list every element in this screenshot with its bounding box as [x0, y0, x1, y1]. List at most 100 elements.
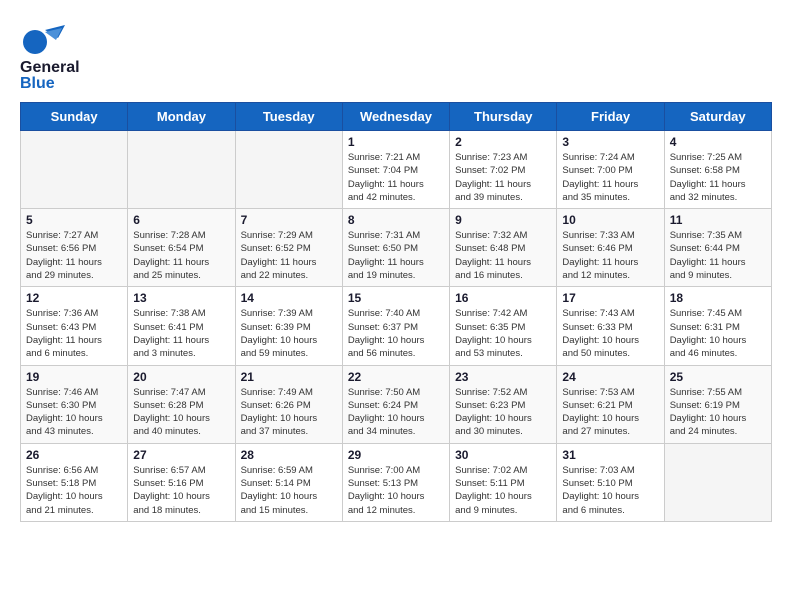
day-number: 30 — [455, 448, 551, 462]
day-number: 3 — [562, 135, 658, 149]
day-number: 5 — [26, 213, 122, 227]
day-info: Sunrise: 7:39 AM Sunset: 6:39 PM Dayligh… — [241, 307, 337, 360]
day-info: Sunrise: 7:45 AM Sunset: 6:31 PM Dayligh… — [670, 307, 766, 360]
day-info: Sunrise: 7:23 AM Sunset: 7:02 PM Dayligh… — [455, 151, 551, 204]
day-info: Sunrise: 7:02 AM Sunset: 5:11 PM Dayligh… — [455, 464, 551, 517]
calendar-cell: 28 Sunrise: 6:59 AM Sunset: 5:14 PM Dayli… — [235, 443, 342, 521]
day-number: 2 — [455, 135, 551, 149]
logo: GeneralBlue — [20, 20, 80, 92]
calendar-cell: 7 Sunrise: 7:29 AM Sunset: 6:52 PM Daylig… — [235, 209, 342, 287]
day-info: Sunrise: 7:24 AM Sunset: 7:00 PM Dayligh… — [562, 151, 658, 204]
calendar-cell: 5Sunrise: 7:27 AM Sunset: 6:56 PM Daylig… — [21, 209, 128, 287]
calendar-cell: 16Sunrise: 7:42 AM Sunset: 6:35 PM Dayli… — [450, 287, 557, 365]
calendar-cell — [664, 443, 771, 521]
weekday-header-row: SundayMondayTuesdayWednesdayThursdayFrid… — [21, 103, 772, 131]
logo-text-block: GeneralBlue — [20, 60, 80, 92]
day-number: 23 — [455, 370, 551, 384]
calendar-cell: 20Sunrise: 7:47 AM Sunset: 6:28 PM Dayli… — [128, 365, 235, 443]
calendar-cell: 4Sunrise: 7:25 AM Sunset: 6:58 PM Daylig… — [664, 131, 771, 209]
day-number: 25 — [670, 370, 766, 384]
day-number: 13 — [133, 291, 229, 305]
weekday-header-tuesday: Tuesday — [235, 103, 342, 131]
day-number: 21 — [241, 370, 337, 384]
day-number: 31 — [562, 448, 658, 462]
calendar-cell — [21, 131, 128, 209]
day-info: Sunrise: 7:49 AM Sunset: 6:26 PM Dayligh… — [241, 386, 337, 439]
day-number: 11 — [670, 213, 766, 227]
calendar-cell: 6 Sunrise: 7:28 AM Sunset: 6:54 PM Daylig… — [128, 209, 235, 287]
calendar-cell: 1Sunrise: 7:21 AM Sunset: 7:04 PM Daylig… — [342, 131, 449, 209]
day-info: Sunrise: 7:40 AM Sunset: 6:37 PM Dayligh… — [348, 307, 444, 360]
day-info: Sunrise: 7:32 AM Sunset: 6:48 PM Dayligh… — [455, 229, 551, 282]
day-info: Sunrise: 7:53 AM Sunset: 6:21 PM Dayligh… — [562, 386, 658, 439]
calendar-cell: 23Sunrise: 7:52 AM Sunset: 6:23 PM Dayli… — [450, 365, 557, 443]
calendar-week-row: 1Sunrise: 7:21 AM Sunset: 7:04 PM Daylig… — [21, 131, 772, 209]
day-number: 26 — [26, 448, 122, 462]
day-info: Sunrise: 7:03 AM Sunset: 5:10 PM Dayligh… — [562, 464, 658, 517]
day-number: 10 — [562, 213, 658, 227]
calendar-cell: 11 Sunrise: 7:35 AM Sunset: 6:44 PM Dayli… — [664, 209, 771, 287]
calendar-cell: 2 Sunrise: 7:23 AM Sunset: 7:02 PM Daylig… — [450, 131, 557, 209]
day-info: Sunrise: 7:42 AM Sunset: 6:35 PM Dayligh… — [455, 307, 551, 360]
day-info: Sunrise: 7:46 AM Sunset: 6:30 PM Dayligh… — [26, 386, 122, 439]
day-info: Sunrise: 6:57 AM Sunset: 5:16 PM Dayligh… — [133, 464, 229, 517]
day-number: 19 — [26, 370, 122, 384]
day-info: Sunrise: 7:38 AM Sunset: 6:41 PM Dayligh… — [133, 307, 229, 360]
weekday-header-monday: Monday — [128, 103, 235, 131]
day-info: Sunrise: 7:29 AM Sunset: 6:52 PM Dayligh… — [241, 229, 337, 282]
day-number: 7 — [241, 213, 337, 227]
day-number: 8 — [348, 213, 444, 227]
day-info: Sunrise: 6:59 AM Sunset: 5:14 PM Dayligh… — [241, 464, 337, 517]
weekday-header-sunday: Sunday — [21, 103, 128, 131]
day-number: 18 — [670, 291, 766, 305]
page-header: GeneralBlue — [20, 20, 772, 92]
day-info: Sunrise: 7:35 AM Sunset: 6:44 PM Dayligh… — [670, 229, 766, 282]
day-info: Sunrise: 7:55 AM Sunset: 6:19 PM Dayligh… — [670, 386, 766, 439]
day-number: 29 — [348, 448, 444, 462]
calendar-cell: 3 Sunrise: 7:24 AM Sunset: 7:00 PM Daylig… — [557, 131, 664, 209]
calendar-cell: 8 Sunrise: 7:31 AM Sunset: 6:50 PM Daylig… — [342, 209, 449, 287]
weekday-header-friday: Friday — [557, 103, 664, 131]
calendar-cell: 21 Sunrise: 7:49 AM Sunset: 6:26 PM Dayli… — [235, 365, 342, 443]
day-info: Sunrise: 7:47 AM Sunset: 6:28 PM Dayligh… — [133, 386, 229, 439]
day-info: Sunrise: 7:31 AM Sunset: 6:50 PM Dayligh… — [348, 229, 444, 282]
calendar-cell: 9 Sunrise: 7:32 AM Sunset: 6:48 PM Daylig… — [450, 209, 557, 287]
day-number: 6 — [133, 213, 229, 227]
calendar-cell: 27Sunrise: 6:57 AM Sunset: 5:16 PM Dayli… — [128, 443, 235, 521]
day-number: 28 — [241, 448, 337, 462]
day-number: 22 — [348, 370, 444, 384]
logo-general-text: General — [20, 60, 80, 76]
weekday-header-wednesday: Wednesday — [342, 103, 449, 131]
calendar-cell: 17 Sunrise: 7:43 AM Sunset: 6:33 PM Dayli… — [557, 287, 664, 365]
calendar-cell: 26 Sunrise: 6:56 AM Sunset: 5:18 PM Dayli… — [21, 443, 128, 521]
calendar-cell — [128, 131, 235, 209]
calendar-cell: 13 Sunrise: 7:38 AM Sunset: 6:41 PM Dayli… — [128, 287, 235, 365]
calendar-week-row: 12Sunrise: 7:36 AM Sunset: 6:43 PM Dayli… — [21, 287, 772, 365]
calendar-week-row: 5Sunrise: 7:27 AM Sunset: 6:56 PM Daylig… — [21, 209, 772, 287]
day-info: Sunrise: 6:56 AM Sunset: 5:18 PM Dayligh… — [26, 464, 122, 517]
calendar-table: SundayMondayTuesdayWednesdayThursdayFrid… — [20, 102, 772, 522]
day-number: 24 — [562, 370, 658, 384]
day-info: Sunrise: 7:28 AM Sunset: 6:54 PM Dayligh… — [133, 229, 229, 282]
day-info: Sunrise: 7:33 AM Sunset: 6:46 PM Dayligh… — [562, 229, 658, 282]
day-number: 9 — [455, 213, 551, 227]
calendar-cell: 12Sunrise: 7:36 AM Sunset: 6:43 PM Dayli… — [21, 287, 128, 365]
calendar-week-row: 26 Sunrise: 6:56 AM Sunset: 5:18 PM Dayli… — [21, 443, 772, 521]
day-info: Sunrise: 7:00 AM Sunset: 5:13 PM Dayligh… — [348, 464, 444, 517]
day-number: 14 — [241, 291, 337, 305]
calendar-cell: 30 Sunrise: 7:02 AM Sunset: 5:11 PM Dayli… — [450, 443, 557, 521]
day-info: Sunrise: 7:43 AM Sunset: 6:33 PM Dayligh… — [562, 307, 658, 360]
calendar-cell: 25 Sunrise: 7:55 AM Sunset: 6:19 PM Dayli… — [664, 365, 771, 443]
calendar-cell: 31 Sunrise: 7:03 AM Sunset: 5:10 PM Dayli… — [557, 443, 664, 521]
day-number: 17 — [562, 291, 658, 305]
day-info: Sunrise: 7:21 AM Sunset: 7:04 PM Dayligh… — [348, 151, 444, 204]
calendar-cell — [235, 131, 342, 209]
calendar-cell: 29 Sunrise: 7:00 AM Sunset: 5:13 PM Dayli… — [342, 443, 449, 521]
logo-blue-text: Blue — [20, 76, 80, 92]
calendar-cell: 14 Sunrise: 7:39 AM Sunset: 6:39 PM Dayli… — [235, 287, 342, 365]
calendar-week-row: 19 Sunrise: 7:46 AM Sunset: 6:30 PM Dayli… — [21, 365, 772, 443]
weekday-header-thursday: Thursday — [450, 103, 557, 131]
day-number: 12 — [26, 291, 122, 305]
calendar-cell: 24 Sunrise: 7:53 AM Sunset: 6:21 PM Dayli… — [557, 365, 664, 443]
calendar-cell: 10 Sunrise: 7:33 AM Sunset: 6:46 PM Dayli… — [557, 209, 664, 287]
